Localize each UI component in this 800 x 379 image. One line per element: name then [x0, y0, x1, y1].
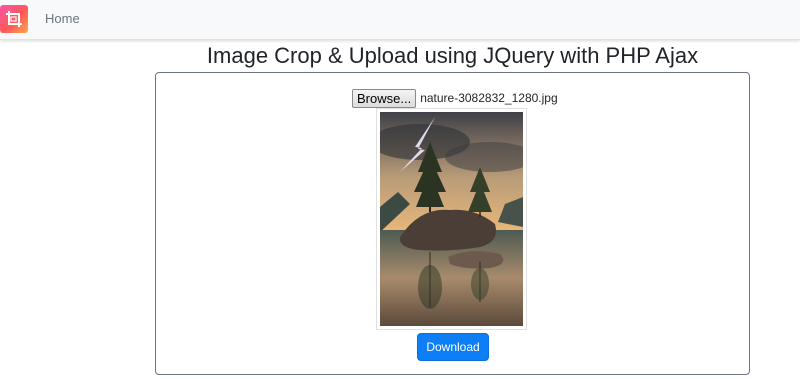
- brand-logo[interactable]: [0, 5, 28, 33]
- crop-icon: [6, 11, 22, 27]
- landscape-photo-icon: [380, 112, 523, 326]
- navbar: Home: [0, 0, 800, 40]
- download-button[interactable]: Download: [417, 333, 489, 361]
- nav-home-link[interactable]: Home: [45, 11, 80, 26]
- selected-file-name: nature-3082832_1280.jpg: [420, 91, 558, 105]
- file-input[interactable]: Browse... nature-3082832_1280.jpg: [352, 88, 558, 108]
- browse-button[interactable]: Browse...: [352, 88, 417, 108]
- page-title: Image Crop & Upload using JQuery with PH…: [206, 43, 699, 68]
- crop-preview[interactable]: [376, 108, 527, 330]
